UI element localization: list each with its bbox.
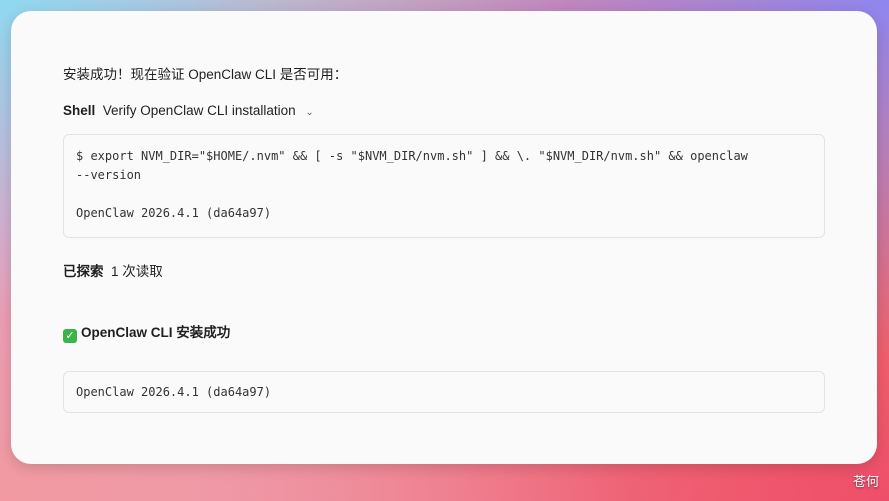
command-block: $ export NVM_DIR="$HOME/.nvm" && [ -s "$… — [63, 134, 825, 238]
tool-title: Verify OpenClaw CLI installation — [102, 103, 296, 118]
explored-label: 已探索 — [63, 264, 104, 279]
watermark: 苍何 — [852, 474, 879, 489]
shell-tool-header[interactable]: Shell Verify OpenClaw CLI installation ⌄ — [63, 103, 314, 118]
chat-card: 安装成功！现在验证 OpenClaw CLI 是否可用： Shell Verif… — [11, 11, 877, 464]
result-code: OpenClaw 2026.4.1 (da64a97) — [76, 385, 272, 399]
result-code-block: OpenClaw 2026.4.1 (da64a97) — [63, 371, 825, 413]
intro-text: 安装成功！现在验证 OpenClaw CLI 是否可用： — [63, 67, 348, 82]
explored-summary[interactable]: 已探索 1 次读取 — [63, 260, 163, 280]
explored-detail: 1 次读取 — [111, 264, 163, 279]
result-heading: ✓ OpenClaw CLI 安装成功 — [63, 321, 230, 343]
tool-kind: Shell — [63, 103, 96, 118]
command-line: $ export NVM_DIR="$HOME/.nvm" && [ -s "$… — [76, 149, 748, 163]
result-heading-text: OpenClaw CLI 安装成功 — [81, 325, 231, 340]
command-output: OpenClaw 2026.4.1 (da64a97) — [76, 206, 272, 220]
chevron-down-icon[interactable]: ⌄ — [305, 107, 313, 118]
command-line-cont: --version — [76, 168, 142, 182]
check-icon: ✓ — [63, 329, 77, 343]
